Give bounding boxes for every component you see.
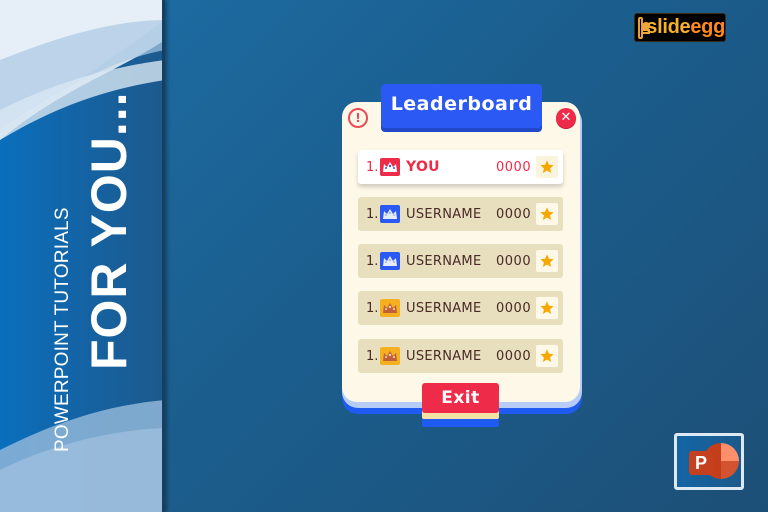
leaderboard-row[interactable]: 1. USERNAME 0000 xyxy=(358,244,563,278)
row-username: YOU xyxy=(406,159,440,175)
leaderboard-row[interactable]: 1. USERNAME 0000 xyxy=(358,339,563,373)
crown-avatar-icon xyxy=(380,347,400,365)
star-icon xyxy=(536,297,558,319)
star-icon xyxy=(536,156,558,178)
leaderboard-row[interactable]: 1. USERNAME 0000 xyxy=(358,197,563,231)
side-banner: POWERPOINT TUTORIALS FOR YOU... xyxy=(0,0,165,512)
row-score: 0000 xyxy=(496,159,532,175)
row-rank: 1. xyxy=(366,159,379,175)
leaderboard-title: Leaderboard xyxy=(381,84,542,128)
row-score: 0000 xyxy=(496,300,532,316)
powerpoint-badge[interactable]: P xyxy=(674,433,744,490)
row-username: USERNAME xyxy=(406,206,482,222)
row-score: 0000 xyxy=(496,206,532,222)
star-icon xyxy=(536,250,558,272)
row-rank: 1. xyxy=(366,206,379,222)
crown-avatar-icon xyxy=(380,205,400,223)
leaderboard-row[interactable]: 1. USERNAME 0000 xyxy=(358,291,563,325)
slideegg-logo[interactable]: slideegg xyxy=(634,13,726,42)
star-icon xyxy=(536,203,558,225)
crown-avatar-icon xyxy=(380,158,400,176)
slideegg-logo-icon xyxy=(638,16,651,39)
banner-subtitle: POWERPOINT TUTORIALS xyxy=(52,207,73,452)
row-score: 0000 xyxy=(496,253,532,269)
slideegg-logo-text: slideegg xyxy=(646,16,725,38)
row-rank: 1. xyxy=(366,348,379,364)
row-rank: 1. xyxy=(366,253,379,269)
exit-button[interactable]: Exit xyxy=(422,383,499,427)
crown-avatar-icon xyxy=(380,252,400,270)
star-icon xyxy=(536,345,558,367)
row-score: 0000 xyxy=(496,348,532,364)
banner-title: FOR YOU... xyxy=(81,91,137,370)
row-username: USERNAME xyxy=(406,253,482,269)
row-rank: 1. xyxy=(366,300,379,316)
row-username: USERNAME xyxy=(406,300,482,316)
leaderboard-row-you[interactable]: 1. YOU 0000 xyxy=(358,150,563,184)
crown-avatar-icon xyxy=(380,299,400,317)
alert-icon[interactable]: ! xyxy=(348,108,368,128)
exit-button-label[interactable]: Exit xyxy=(422,383,499,413)
close-icon[interactable]: ✕ xyxy=(556,108,576,128)
row-username: USERNAME xyxy=(406,348,482,364)
powerpoint-icon: P xyxy=(689,451,713,475)
